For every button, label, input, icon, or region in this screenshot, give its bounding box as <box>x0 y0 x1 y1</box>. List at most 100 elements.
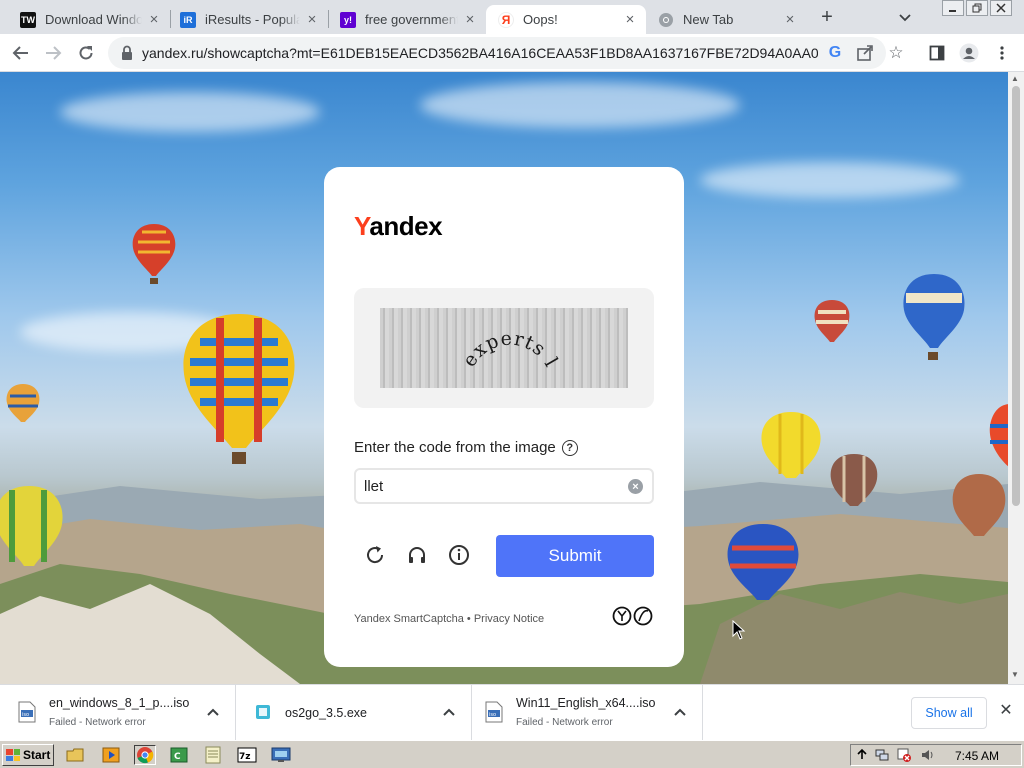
start-button[interactable]: Start <box>2 744 54 766</box>
download-filename: os2go_3.5.exe <box>285 706 368 720</box>
download-filename: en_windows_8_1_p....iso <box>49 696 190 710</box>
window-controls <box>942 0 1012 16</box>
folder-icon[interactable] <box>64 745 86 765</box>
yandex-logo: Yandex <box>354 211 443 242</box>
restore-icon[interactable] <box>966 0 988 16</box>
cloud <box>700 162 960 198</box>
captcha-image: experts lizard <box>373 291 628 388</box>
download-item[interactable]: iso en_windows_8_1_p....iso Failed - Net… <box>0 685 236 741</box>
audio-captcha-icon[interactable] <box>405 543 429 567</box>
show-hidden-icons-icon[interactable] <box>855 748 869 762</box>
balloon-image <box>0 486 63 566</box>
close-tab-icon[interactable]: × <box>462 11 478 28</box>
yandex-favicon-icon: Я <box>498 11 514 28</box>
remote-desktop-icon[interactable] <box>270 745 292 765</box>
scroll-up-icon[interactable]: ▲ <box>1011 74 1019 83</box>
start-label: Start <box>23 748 51 762</box>
svg-text:experts lizard: experts lizard <box>380 308 562 371</box>
smartcaptcha-link[interactable]: Yandex SmartCaptcha <box>354 613 464 625</box>
refresh-captcha-icon[interactable] <box>363 543 387 567</box>
close-tab-icon[interactable]: × <box>304 11 320 28</box>
iso-file-icon: iso <box>485 701 503 723</box>
close-window-icon[interactable] <box>990 0 1012 16</box>
help-icon[interactable]: ? <box>561 439 578 456</box>
new-tab-plus-icon[interactable]: + <box>816 6 838 28</box>
balloon-image <box>830 454 878 506</box>
close-tab-icon[interactable]: × <box>622 11 638 28</box>
menu-icon[interactable] <box>992 43 1012 63</box>
tab-title: free government p <box>365 12 458 27</box>
info-icon[interactable] <box>447 543 471 567</box>
balloon-image <box>989 404 1008 467</box>
chrome-favicon-icon <box>658 12 674 28</box>
tab-free-government[interactable]: y! free government p × <box>328 5 486 34</box>
volume-icon[interactable] <box>921 748 935 762</box>
notepad-icon[interactable] <box>202 745 224 765</box>
scroll-down-icon[interactable]: ▼ <box>1011 670 1019 679</box>
tab-search-chevron-icon[interactable] <box>896 8 914 26</box>
side-panel-icon[interactable] <box>927 43 947 63</box>
windows-logo-icon <box>6 749 20 761</box>
yahoo-favicon-icon: y! <box>340 11 356 28</box>
profile-icon[interactable] <box>959 43 979 63</box>
tab-iresults[interactable]: iR iResults - Popular × <box>168 5 328 34</box>
url-text[interactable]: yandex.ru/showcaptcha?mt=E61DEB15EAECD35… <box>142 45 818 61</box>
download-item[interactable]: iso Win11_English_x64....iso Failed - Ne… <box>467 685 703 741</box>
chevron-up-icon[interactable] <box>673 705 687 719</box>
captcha-footer: Yandex SmartCaptcha • Privacy Notice <box>354 613 544 625</box>
balloon-image <box>132 224 176 284</box>
share-icon[interactable] <box>856 44 874 62</box>
browser-toolbar: yandex.ru/showcaptcha?mt=E61DEB15EAECD35… <box>0 34 1024 72</box>
svg-text:iso: iso <box>22 712 29 718</box>
tab-download-windows[interactable]: TW Download Windo × <box>8 5 170 34</box>
balloon-image <box>761 412 821 478</box>
yandex-logo-y: Y <box>354 211 370 241</box>
captcha-word-1: experts <box>458 327 550 370</box>
tab-title: iResults - Popular <box>205 12 300 27</box>
clear-input-icon[interactable]: × <box>628 479 643 494</box>
system-tray: 7:45 AM <box>850 744 1022 766</box>
svg-text:7z: 7z <box>239 752 251 762</box>
bookmark-star-icon[interactable]: ☆ <box>886 43 906 63</box>
forward-icon[interactable] <box>43 43 63 63</box>
address-bar[interactable]: yandex.ru/showcaptcha?mt=E61DEB15EAECD35… <box>108 37 904 69</box>
back-icon[interactable] <box>11 43 31 63</box>
chevron-up-icon[interactable] <box>206 705 220 719</box>
show-all-downloads-button[interactable]: Show all <box>911 697 987 729</box>
captcha-code-input[interactable] <box>354 468 654 504</box>
tab-title: Oops! <box>523 12 558 27</box>
security-alert-icon[interactable] <box>897 748 911 762</box>
scrollbar-thumb[interactable] <box>1012 86 1020 506</box>
download-status: Failed - Network error <box>516 717 613 728</box>
download-item[interactable]: os2go_3.5.exe <box>236 685 472 741</box>
download-filename: Win11_English_x64....iso <box>516 696 656 710</box>
privacy-notice-link[interactable]: Privacy Notice <box>474 613 544 625</box>
cloud <box>60 92 320 132</box>
reload-icon[interactable] <box>76 43 96 63</box>
windows-taskbar: Start C 7z 7:45 AM <box>0 740 1024 768</box>
lock-icon[interactable] <box>120 45 134 61</box>
google-icon[interactable]: G <box>826 44 844 62</box>
close-tab-icon[interactable]: × <box>782 11 798 28</box>
balloon-image <box>903 274 965 360</box>
close-shelf-icon[interactable]: ✕ <box>998 703 1014 719</box>
network-icon[interactable] <box>875 748 889 762</box>
chevron-up-icon[interactable] <box>442 705 456 719</box>
download-shelf: iso en_windows_8_1_p....iso Failed - Net… <box>0 684 1024 741</box>
page-scrollbar[interactable]: ▲ ▼ <box>1008 72 1024 684</box>
close-tab-icon[interactable]: × <box>146 11 162 28</box>
media-player-icon[interactable] <box>100 745 122 765</box>
balloon-image <box>952 474 1006 536</box>
tab-title: New Tab <box>683 12 734 27</box>
7zip-icon[interactable]: 7z <box>236 745 258 765</box>
taskbar-clock[interactable]: 7:45 AM <box>955 749 999 763</box>
chrome-taskbar-icon[interactable] <box>134 745 156 765</box>
submit-button[interactable]: Submit <box>496 535 654 577</box>
balloon-image <box>814 300 850 342</box>
tab-new-tab[interactable]: New Tab × <box>646 5 806 34</box>
utility-icon[interactable]: C <box>168 745 190 765</box>
captcha-card: Yandex experts lizard Enter the code fro… <box>324 167 684 667</box>
footer-separator: • <box>463 613 474 625</box>
minimize-icon[interactable] <box>942 0 964 16</box>
tab-oops[interactable]: Я Oops! × <box>486 5 646 34</box>
